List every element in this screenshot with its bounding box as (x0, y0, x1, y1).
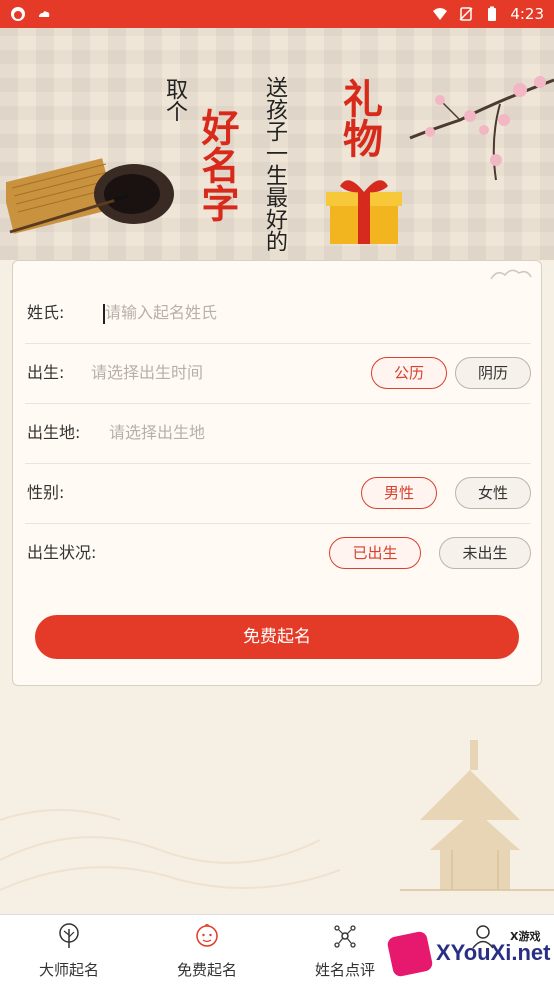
watermark-logo-icon (386, 930, 434, 978)
nav-label: 免费起名 (176, 961, 237, 979)
nav-master-naming[interactable]: 大师起名 (0, 915, 138, 987)
birth-label: 出生: (27, 363, 65, 382)
birth-time-input[interactable]: 请选择出生时间 (91, 343, 203, 403)
site-watermark: X游戏 XYouXi.net (384, 924, 551, 980)
surname-row: 姓氏: 请输入起名姓氏 (25, 283, 531, 344)
free-naming-button[interactable]: 免费起名 (35, 615, 519, 659)
cloud-notification-icon (39, 11, 50, 17)
male-button[interactable]: 男性 (361, 477, 437, 509)
plum-blossom-illustration (409, 76, 554, 181)
surname-input[interactable]: 请输入起名姓氏 (105, 283, 217, 343)
gender-row: 性别: 男性 女性 (25, 463, 531, 524)
pavilion-scenery-illustration (0, 740, 554, 891)
gift-icon (326, 180, 402, 244)
battery-icon (488, 6, 497, 21)
banner-text-1: 取个 (162, 78, 187, 122)
banner: 取个 好名字 送孩子一生最好的 礼物 (0, 28, 554, 260)
lunar-calendar-button[interactable]: 阴历 (455, 357, 531, 389)
nav-label: 大师起名 (38, 961, 99, 979)
watermark-text: XYouXi.net (436, 940, 551, 965)
birthplace-input[interactable]: 请选择出生地 (109, 403, 205, 463)
surname-label: 姓氏: (27, 303, 65, 322)
birth-row: 出生: 请选择出生时间 公历 阴历 (25, 343, 531, 404)
wifi-icon (433, 8, 448, 20)
birth-status-label: 出生状况: (27, 543, 97, 562)
status-time: 4:23 (510, 5, 544, 23)
status-bar: 4:23 (0, 0, 554, 28)
born-button[interactable]: 已出生 (329, 537, 421, 569)
no-sim-icon (459, 7, 473, 21)
unborn-button[interactable]: 未出生 (439, 537, 531, 569)
cloud-ornament-icon (490, 269, 532, 280)
banner-text-3: 送孩子一生最好的 (262, 76, 287, 252)
app-notification-icon (11, 7, 25, 21)
banner-text-2: 好名字 (195, 108, 240, 222)
female-button[interactable]: 女性 (455, 477, 531, 509)
birthplace-label: 出生地: (27, 423, 81, 442)
brush-and-inkstone-illustration (6, 158, 174, 234)
network-icon (334, 925, 356, 948)
tree-icon (59, 923, 79, 948)
nav-free-naming[interactable]: 免费起名 (138, 915, 276, 987)
banner-text-4: 礼物 (336, 78, 383, 158)
naming-form: 姓氏: 请输入起名姓氏 出生: 请选择出生时间 公历 阴历 出生地: 请选择出生… (12, 260, 542, 686)
gender-label: 性别: (27, 483, 65, 502)
birth-status-row: 出生状况: 已出生 未出生 (25, 523, 531, 583)
birthplace-row: 出生地: 请选择出生地 (25, 403, 531, 464)
baby-icon (196, 923, 218, 947)
solar-calendar-button[interactable]: 公历 (371, 357, 447, 389)
